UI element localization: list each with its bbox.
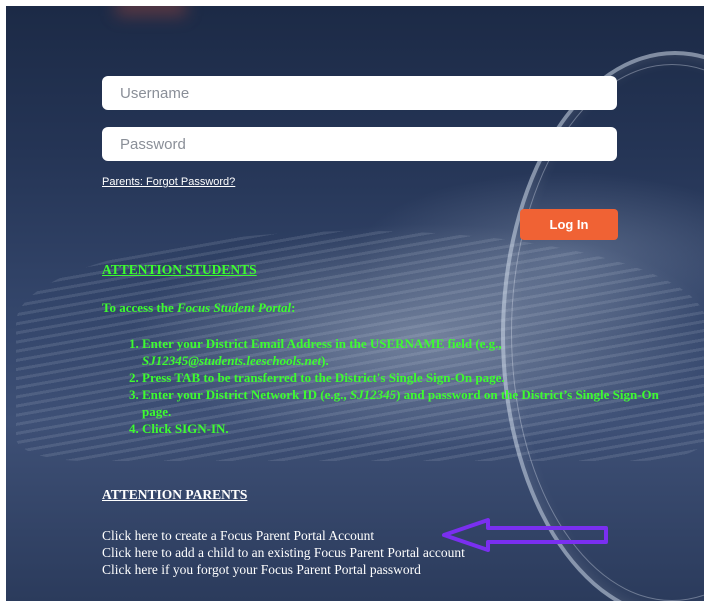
- parents-notice: ATTENTION PARENTS Click here to create a…: [102, 487, 662, 577]
- access-prefix: To access the: [102, 300, 177, 315]
- students-step: Enter your District Network ID (e.g., SJ…: [142, 386, 662, 420]
- students-heading: ATTENTION STUDENTS: [102, 262, 257, 277]
- left-arrow-outline-icon: [442, 518, 608, 552]
- add-child-link[interactable]: Click here to add a child to an existing…: [102, 544, 465, 561]
- username-input[interactable]: [118, 83, 601, 103]
- background-glow: [116, 6, 186, 16]
- students-step: Press TAB to be transferred to the Distr…: [142, 369, 662, 386]
- students-access-line: To access the Focus Student Portal:: [102, 300, 295, 316]
- students-step: Click SIGN-IN.: [142, 420, 662, 437]
- password-input[interactable]: [118, 134, 601, 154]
- access-portal-name: Focus Student Portal: [177, 300, 292, 315]
- students-steps: Enter your District Email Address in the…: [102, 335, 662, 437]
- username-field[interactable]: [102, 76, 617, 110]
- create-parent-account-link[interactable]: Click here to create a Focus Parent Port…: [102, 527, 465, 544]
- students-notice: ATTENTION STUDENTS To access the Focus S…: [102, 262, 662, 436]
- forgot-password-link[interactable]: Parents: Forgot Password?: [102, 176, 235, 188]
- password-field[interactable]: [102, 127, 617, 161]
- forgot-parent-password-link[interactable]: Click here if you forgot your Focus Pare…: [102, 561, 465, 578]
- students-step: Enter your District Email Address in the…: [142, 335, 662, 369]
- parents-heading: ATTENTION PARENTS: [102, 487, 248, 502]
- parents-links: Click here to create a Focus Parent Port…: [102, 527, 465, 578]
- login-button[interactable]: Log In: [520, 209, 618, 240]
- access-suffix: :: [291, 300, 296, 315]
